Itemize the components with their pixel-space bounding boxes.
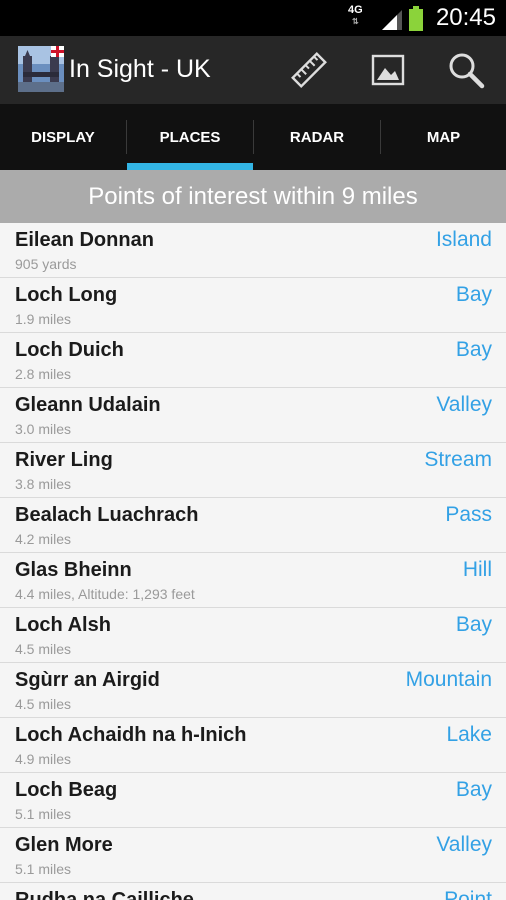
battery-icon: [409, 6, 423, 31]
list-item[interactable]: Eilean Donnan 905 yards Island: [0, 223, 506, 278]
list-item[interactable]: Loch Long 1.9 miles Bay: [0, 278, 506, 333]
place-distance: 4.2 miles: [15, 531, 72, 547]
place-type: Island: [435, 228, 492, 251]
ruler-icon: [291, 52, 327, 88]
tab-radar[interactable]: RADAR: [254, 104, 380, 170]
action-bar: In Sight - UK: [0, 36, 506, 104]
search-button[interactable]: [444, 48, 488, 92]
place-name: Bealach Luachrach: [15, 504, 199, 526]
tab-map[interactable]: MAP: [381, 104, 506, 170]
place-distance: 3.0 miles: [15, 421, 72, 437]
place-type: Bay: [455, 283, 492, 306]
tab-map-label: MAP: [426, 128, 461, 146]
place-distance: 2.8 miles: [15, 366, 72, 382]
place-type: Valley: [436, 393, 492, 416]
places-header-text: Points of interest within 9 miles: [88, 182, 418, 210]
places-header: Points of interest within 9 miles: [0, 170, 506, 223]
list-item[interactable]: Glen More 5.1 miles Valley: [0, 828, 506, 883]
places-list[interactable]: Eilean Donnan 905 yards Island Loch Long…: [0, 223, 506, 900]
place-type: Point: [444, 888, 492, 900]
list-item[interactable]: Bealach Luachrach 4.2 miles Pass: [0, 498, 506, 553]
image-icon: [371, 54, 405, 86]
place-name: Glen More: [15, 834, 113, 856]
data-arrows-icon: ⇅: [351, 17, 359, 26]
place-distance: 4.9 miles: [15, 751, 72, 767]
app-logo-icon[interactable]: [18, 46, 64, 92]
place-name: Gleann Udalain: [15, 394, 161, 416]
place-type: Hill: [462, 558, 492, 581]
network-type: 4G: [348, 4, 363, 16]
selected-tab-indicator: [127, 163, 253, 170]
place-distance: 5.1 miles: [15, 806, 72, 822]
place-type: Lake: [446, 723, 492, 746]
place-name: Loch Alsh: [15, 614, 111, 636]
app-title: In Sight - UK: [69, 55, 211, 83]
tab-places[interactable]: PLACES: [127, 104, 253, 170]
place-distance: 905 yards: [15, 256, 77, 272]
status-bar: 4G ⇅ 20:45: [0, 0, 506, 36]
place-type: Bay: [455, 778, 492, 801]
tab-display[interactable]: DISPLAY: [0, 104, 126, 170]
tab-radar-label: RADAR: [289, 128, 345, 146]
tab-bar: DISPLAY PLACES RADAR MAP: [0, 104, 506, 170]
place-name: Loch Beag: [15, 779, 118, 801]
list-item[interactable]: Rudha na Cailliche Point: [0, 883, 506, 900]
list-item[interactable]: Loch Beag 5.1 miles Bay: [0, 773, 506, 828]
place-name: Loch Duich: [15, 339, 124, 361]
place-distance: 4.5 miles: [15, 696, 72, 712]
place-name: Glas Bheinn: [15, 559, 132, 581]
list-item[interactable]: Loch Alsh 4.5 miles Bay: [0, 608, 506, 663]
place-name: Loch Achaidh na h-Inich: [15, 724, 247, 746]
place-distance: 4.4 miles, Altitude: 1,293 feet: [15, 586, 195, 602]
place-type: Bay: [455, 613, 492, 636]
list-item[interactable]: Glas Bheinn 4.4 miles, Altitude: 1,293 f…: [0, 553, 506, 608]
place-type: Stream: [424, 448, 492, 471]
place-name: Sgùrr an Airgid: [15, 669, 160, 691]
list-item[interactable]: Loch Duich 2.8 miles Bay: [0, 333, 506, 388]
place-type: Valley: [436, 833, 492, 856]
place-name: Loch Long: [15, 284, 118, 306]
place-distance: 4.5 miles: [15, 641, 72, 657]
place-name: River Ling: [15, 449, 113, 471]
place-name: Rudha na Cailliche: [15, 889, 194, 900]
place-type: Bay: [455, 338, 492, 361]
list-item[interactable]: Sgùrr an Airgid 4.5 miles Mountain: [0, 663, 506, 718]
ruler-button[interactable]: [287, 48, 331, 92]
place-distance: 5.1 miles: [15, 861, 72, 877]
search-icon: [449, 53, 485, 89]
list-item[interactable]: River Ling 3.8 miles Stream: [0, 443, 506, 498]
image-button[interactable]: [366, 48, 410, 92]
network-indicator: 4G ⇅: [348, 5, 363, 27]
place-distance: 1.9 miles: [15, 311, 72, 327]
place-name: Eilean Donnan: [15, 229, 154, 251]
place-distance: 3.8 miles: [15, 476, 72, 492]
list-item[interactable]: Gleann Udalain 3.0 miles Valley: [0, 388, 506, 443]
clock: 20:45: [435, 4, 496, 31]
tab-places-label: PLACES: [159, 128, 221, 146]
place-type: Mountain: [405, 668, 492, 691]
list-item[interactable]: Loch Achaidh na h-Inich 4.9 miles Lake: [0, 718, 506, 773]
signal-strength-icon: [382, 10, 402, 30]
place-type: Pass: [445, 503, 492, 526]
tab-display-label: DISPLAY: [31, 128, 95, 146]
